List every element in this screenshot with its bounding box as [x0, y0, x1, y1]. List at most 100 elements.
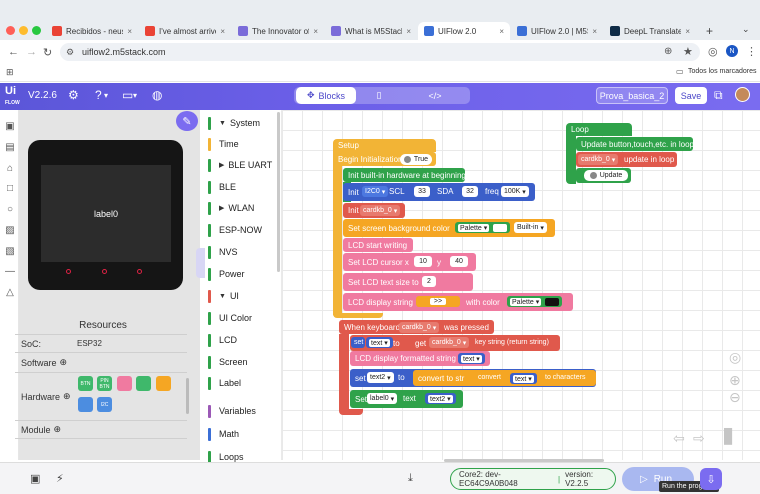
category-ble[interactable]: BLE — [208, 180, 236, 194]
square-icon[interactable]: □ — [4, 183, 16, 194]
text-var3-dropdown[interactable]: text ▾ — [510, 373, 537, 384]
get-cardkb-dropdown[interactable]: cardkb_0 ▾ — [429, 337, 470, 348]
project-icon[interactable]: ▣ — [4, 121, 16, 132]
string-input[interactable]: >> — [416, 296, 460, 307]
user-avatar[interactable] — [735, 87, 750, 102]
project-name-input[interactable]: Prova_basica_2 — [596, 87, 668, 104]
image-alt-icon[interactable]: ▧ — [4, 246, 16, 257]
expand-toggle-icon[interactable]: ▶ — [219, 204, 224, 212]
close-tab-icon[interactable]: × — [127, 27, 132, 36]
browser-tab[interactable]: UIFlow 2.0 | M5Sta × — [511, 22, 603, 40]
sda-input[interactable]: 32 — [462, 186, 478, 197]
lcd-text-size-block[interactable]: Set LCD text size to — [343, 273, 473, 291]
categories-scrollbar[interactable] — [277, 112, 280, 272]
btn-chip[interactable]: BTN — [78, 376, 93, 391]
category-esp-now[interactable]: ESP-NOW — [208, 223, 262, 237]
tag-icon[interactable]: ⌂ — [4, 163, 16, 174]
category-variables[interactable]: Variables — [208, 404, 256, 418]
category-time[interactable]: Time — [208, 137, 239, 151]
setup-block[interactable]: Setup — [333, 139, 436, 152]
category-ui-color[interactable]: UI Color — [208, 311, 252, 325]
settings-gear-icon[interactable]: ⚙ — [68, 88, 79, 102]
lcd-start-block[interactable]: LCD start writing — [343, 238, 413, 252]
tab-split-view[interactable]: ▯ — [364, 87, 394, 104]
category-wlan[interactable]: ▶ WLAN — [208, 201, 254, 215]
browser-tab[interactable]: I've almost arrived × — [139, 22, 231, 40]
device-screen[interactable]: label0 — [41, 165, 171, 262]
device-button-a[interactable] — [66, 269, 71, 274]
close-tab-icon[interactable]: × — [499, 27, 504, 36]
close-tab-icon[interactable]: × — [313, 27, 318, 36]
speaker-chip[interactable] — [136, 376, 151, 391]
browser-tab[interactable]: DeepL Translate - E× — [604, 22, 696, 40]
cursor-y-input[interactable]: 40 — [450, 256, 468, 267]
planet-icon[interactable]: ◍ — [152, 88, 162, 102]
url-input[interactable]: uiflow2.m5stack.com — [60, 43, 700, 61]
add-hardware-icon[interactable]: ⊕ — [63, 391, 71, 402]
reload-icon[interactable]: ↻ — [43, 46, 52, 59]
screen-label0[interactable]: label0 — [94, 209, 118, 219]
init-hardware-block[interactable]: Init built-in hardware at beginning — [343, 168, 466, 182]
begin-init-toggle[interactable]: True — [400, 154, 432, 165]
category-power[interactable]: Power — [208, 267, 245, 281]
device-button-b[interactable] — [102, 269, 107, 274]
cursor-x-input[interactable]: 10 — [414, 256, 432, 267]
folder-open-icon[interactable]: ▭ — [122, 88, 133, 102]
site-info-icon[interactable]: ⚙ — [66, 47, 74, 58]
tab-search-icon[interactable]: ⌄ — [742, 24, 750, 35]
text2-var-dropdown[interactable]: text2 ▾ — [367, 372, 394, 383]
apps-grid-icon[interactable]: ⊞ — [6, 67, 14, 78]
download-project-icon[interactable]: ⤓ — [408, 472, 413, 485]
add-module-icon[interactable]: ⊕ — [54, 424, 62, 435]
category-screen[interactable]: Screen — [208, 355, 248, 369]
text-size-input[interactable]: 2 — [422, 276, 436, 287]
zoom-out-icon[interactable]: ⊖ — [729, 389, 741, 406]
recenter-icon[interactable]: ◎ — [729, 349, 741, 366]
profile-avatar[interactable]: N — [726, 45, 738, 57]
palette-dropdown[interactable]: Palette ▾ — [455, 222, 511, 233]
touch-chip[interactable] — [156, 376, 171, 391]
keyboard-dropdown[interactable]: cardkb_0 ▾ — [399, 322, 440, 333]
loop-cardkb-dropdown[interactable]: cardkb_0 ▾ — [578, 154, 619, 165]
text2b-dropdown[interactable]: text2 ▾ — [425, 393, 456, 404]
expand-toggle-icon[interactable]: ▶ — [219, 161, 224, 169]
panel-collapse-handle[interactable] — [196, 248, 205, 278]
color-swatch-black[interactable] — [545, 297, 560, 306]
close-tab-icon[interactable]: × — [406, 27, 411, 36]
update-toggle[interactable]: Update — [584, 170, 628, 181]
label0-dropdown[interactable]: label0 ▾ — [367, 393, 398, 404]
add-software-icon[interactable]: ⊕ — [60, 357, 68, 368]
close-tab-icon[interactable]: × — [592, 27, 597, 36]
all-bookmarks-link[interactable]: Todos los marcadores — [688, 68, 756, 75]
close-tab-icon[interactable]: × — [685, 27, 690, 36]
browser-tab[interactable]: The Innovator of M× — [232, 22, 324, 40]
resources-scrollbar[interactable] — [186, 378, 189, 414]
category-lcd[interactable]: LCD — [208, 333, 237, 347]
zoom-in-icon[interactable]: ⊕ — [729, 372, 741, 389]
save-button[interactable]: Save — [675, 87, 707, 104]
i2c-chip[interactable]: I2C — [97, 397, 112, 412]
forward-icon[interactable]: → — [26, 46, 37, 58]
close-window-button[interactable] — [6, 26, 15, 35]
text-var2-dropdown[interactable]: text ▾ — [458, 353, 485, 364]
update-button-block[interactable]: Update button,touch,etc. in loop — [576, 137, 694, 151]
close-tab-icon[interactable]: × — [220, 27, 225, 36]
minimize-window-button[interactable] — [19, 26, 28, 35]
mic-chip[interactable] — [78, 397, 93, 412]
device-manager-icon[interactable]: ⧉ — [714, 88, 723, 103]
back-icon[interactable]: ← — [8, 46, 19, 58]
i2c-dropdown[interactable]: I2C0 ▾ — [362, 186, 389, 197]
browser-menu-icon[interactable]: ⋮ — [746, 45, 757, 58]
loop-block[interactable]: Loop — [566, 123, 632, 136]
browser-tab[interactable]: Recibidos - neusm × — [46, 22, 138, 40]
terminal-icon[interactable]: ▣ — [30, 472, 40, 485]
help-icon[interactable]: ? — [95, 88, 102, 102]
tools-icon[interactable]: ✎ — [176, 111, 198, 131]
expand-toggle-icon[interactable]: ▼ — [219, 293, 226, 300]
folder-dropdown-icon[interactable]: ▾ — [133, 91, 137, 100]
text-var-dropdown[interactable]: text ▾ — [366, 337, 393, 348]
pin-btn-chip[interactable]: PIN BTN — [97, 376, 112, 391]
expand-toggle-icon[interactable]: ▼ — [219, 120, 226, 127]
redo-icon[interactable]: ⇨ — [693, 430, 705, 447]
category-label[interactable]: Label — [208, 376, 241, 390]
